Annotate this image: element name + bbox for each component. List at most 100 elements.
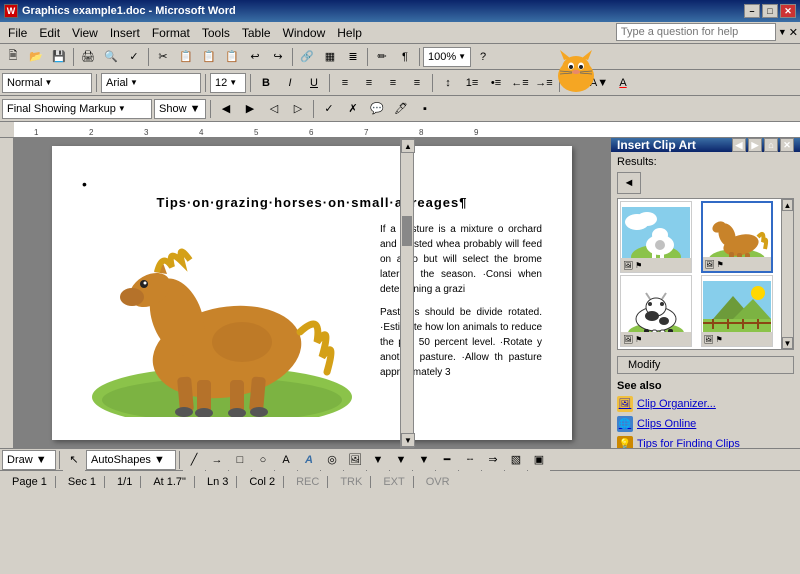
clip-panel-scrollbar[interactable]: ▲ ▼ [781, 199, 793, 349]
help-button[interactable]: ? [472, 46, 494, 68]
redo-button[interactable]: ↪ [267, 46, 289, 68]
menu-edit[interactable]: Edit [33, 24, 66, 42]
print-preview-button[interactable]: 🔍 [100, 46, 122, 68]
font-color-bar-button[interactable]: ▼ [413, 449, 435, 471]
prev-change-button[interactable]: ◀ [215, 98, 237, 120]
panel-scroll-track[interactable] [782, 211, 793, 337]
print-button[interactable]: 🖨 [77, 46, 99, 68]
bullets-button[interactable]: •≡ [485, 72, 507, 94]
accept-change-button[interactable]: ✓ [318, 98, 340, 120]
numbering-button[interactable]: 1≡ [461, 72, 483, 94]
arrow-style-button[interactable]: ⇒ [482, 449, 504, 471]
track-changes-dropdown[interactable]: Final Showing Markup ▼ [2, 99, 152, 119]
rect-tool-button[interactable]: □ [229, 449, 251, 471]
clip-thumb-4[interactable]: 🖼 ⚑ [701, 275, 773, 347]
clipart-tool-button[interactable]: 🖼 [344, 449, 366, 471]
diagram-button[interactable]: ◎ [321, 449, 343, 471]
panel-forward-button[interactable]: ▶ [748, 138, 762, 152]
underline-button[interactable]: U [303, 72, 325, 94]
menu-help[interactable]: Help [331, 24, 368, 42]
align-right-button[interactable]: ≡ [382, 72, 404, 94]
document-scrollbar[interactable]: ▲ ▼ [400, 138, 414, 448]
menu-view[interactable]: View [66, 24, 104, 42]
line-style-button[interactable]: ━ [436, 449, 458, 471]
scroll-up-button[interactable]: ▲ [401, 139, 415, 153]
panel-scroll-down[interactable]: ▼ [782, 337, 793, 349]
textbox-tool-button[interactable]: A [275, 449, 297, 471]
undo-button[interactable]: ↩ [244, 46, 266, 68]
document-area[interactable]: • Tips·on·grazing·horses·on·small·acreag… [14, 138, 610, 448]
select-pointer-button[interactable]: ↖ [63, 449, 85, 471]
align-left-button[interactable]: ≡ [334, 72, 356, 94]
clip-thumb-1[interactable]: 🖼 ⚑ [620, 201, 692, 273]
spell-check-button[interactable]: ✓ [123, 46, 145, 68]
align-center-button[interactable]: ≡ [358, 72, 380, 94]
menu-insert[interactable]: Insert [104, 24, 146, 42]
scroll-thumb[interactable] [402, 216, 412, 246]
close-button[interactable]: ✕ [780, 4, 796, 18]
bold-button[interactable]: B [255, 72, 277, 94]
paste-button[interactable]: 📋 [198, 46, 220, 68]
track-changes-button[interactable]: 🖊 [390, 98, 412, 120]
scroll-track-bottom[interactable] [401, 246, 413, 434]
new-button[interactable]: 🗎 [2, 46, 24, 68]
show-formatting-button[interactable]: ¶ [394, 46, 416, 68]
menu-tools[interactable]: Tools [196, 24, 236, 42]
copy-button[interactable]: 📋 [175, 46, 197, 68]
menu-format[interactable]: Format [146, 24, 196, 42]
line-spacing-button[interactable]: ↕ [437, 72, 459, 94]
next-change-button[interactable]: ▶ [239, 98, 261, 120]
table-button[interactable]: ▦ [319, 46, 341, 68]
maximize-button[interactable]: □ [762, 4, 778, 18]
clip-nav-left-button[interactable]: ◄ [617, 172, 641, 194]
save-button[interactable]: 💾 [48, 46, 70, 68]
insert-comment-button[interactable]: 💬 [366, 98, 388, 120]
scroll-down-button[interactable]: ▼ [401, 433, 415, 447]
menu-file[interactable]: File [2, 24, 33, 42]
minimize-button[interactable]: – [744, 4, 760, 18]
close-icon[interactable]: ✕ [789, 26, 798, 39]
modify-button[interactable]: Modify [617, 356, 794, 374]
show-dropdown[interactable]: Show ▼ [154, 99, 206, 119]
fill-color-button[interactable]: ▼ [367, 449, 389, 471]
next-comment-button[interactable]: ▷ [287, 98, 309, 120]
prev-comment-button[interactable]: ◁ [263, 98, 285, 120]
font-dropdown[interactable]: Arial ▼ [101, 73, 201, 93]
line-tool-button[interactable]: ╱ [183, 449, 205, 471]
clip-thumb-2[interactable]: 🖼 ⚑ [701, 201, 773, 273]
oval-tool-button[interactable]: ○ [252, 449, 274, 471]
hyperlink-button[interactable]: 🔗 [296, 46, 318, 68]
clips-online-link[interactable]: 🌐 Clips Online [611, 414, 800, 434]
zoom-dropdown[interactable]: 100% ▼ [423, 47, 471, 67]
tips-link[interactable]: 💡 Tips for Finding Clips [611, 434, 800, 448]
drawing-button[interactable]: ✏ [371, 46, 393, 68]
size-dropdown[interactable]: 12 ▼ [210, 73, 246, 93]
autoshapes-dropdown[interactable]: AutoShapes ▼ [86, 450, 176, 470]
decrease-indent-button[interactable]: ←≡ [509, 72, 531, 94]
style-dropdown[interactable]: Normal ▼ [2, 73, 92, 93]
menu-table[interactable]: Table [236, 24, 277, 42]
open-button[interactable]: 📂 [25, 46, 47, 68]
font-color-button[interactable]: A [612, 72, 634, 94]
panel-close-button[interactable]: ✕ [780, 138, 794, 152]
panel-home-button[interactable]: ⌂ [764, 138, 778, 152]
line-color-button[interactable]: ▼ [390, 449, 412, 471]
menu-window[interactable]: Window [277, 24, 332, 42]
help-search-input[interactable] [616, 23, 776, 41]
draw-dropdown[interactable]: Draw ▼ [2, 450, 56, 470]
arrow-tool-button[interactable]: → [206, 449, 228, 471]
clip-thumb-3[interactable]: 🖼 ⚑ [620, 275, 692, 347]
reject-change-button[interactable]: ✗ [342, 98, 364, 120]
italic-button[interactable]: I [279, 72, 301, 94]
dash-style-button[interactable]: ╌ [459, 449, 481, 471]
panel-scroll-up[interactable]: ▲ [782, 199, 793, 211]
cut-button[interactable]: ✂ [152, 46, 174, 68]
justify-button[interactable]: ≡ [406, 72, 428, 94]
clip-organizer-link[interactable]: 🖼 Clip Organizer... [611, 394, 800, 414]
paste-special-button[interactable]: 📋 [221, 46, 243, 68]
scroll-track[interactable] [401, 153, 413, 216]
reviewing-pane-button[interactable]: ▪ [414, 98, 436, 120]
panel-back-button[interactable]: ◀ [732, 138, 746, 152]
wordart-button[interactable]: A [298, 449, 320, 471]
3d-button[interactable]: ▣ [528, 449, 550, 471]
